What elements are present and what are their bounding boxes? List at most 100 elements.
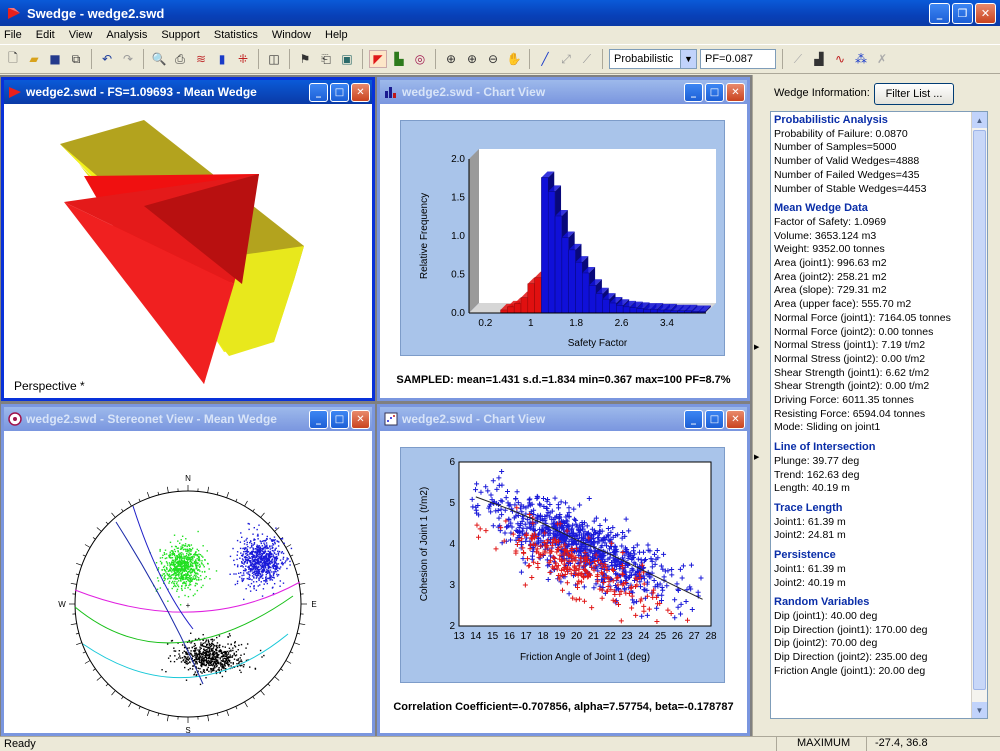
- menu-analysis[interactable]: Analysis: [106, 29, 147, 41]
- maximize-icon[interactable]: □: [330, 83, 349, 102]
- measure-tool-icon[interactable]: ⟋: [578, 50, 596, 68]
- wedge-tool-icon[interactable]: ⚑: [296, 50, 314, 68]
- wedge-3d-titlebar[interactable]: wedge2.swd - FS=1.09693 - Mean Wedge _□✕: [4, 80, 372, 104]
- chevron-right-icon[interactable]: ▶: [754, 453, 759, 461]
- pole-point: [188, 574, 189, 575]
- contour-icon[interactable]: ≋: [192, 50, 210, 68]
- pole-point: [165, 558, 166, 559]
- minimize-icon[interactable]: _: [684, 83, 703, 102]
- scroll-up-icon[interactable]: ▲: [972, 112, 987, 128]
- pole-point: [175, 551, 176, 552]
- new-file-icon[interactable]: 🗋: [4, 50, 22, 68]
- arrow-tool-icon[interactable]: ⤢: [557, 50, 575, 68]
- menu-file[interactable]: File: [4, 29, 22, 41]
- pole-point: [201, 664, 202, 665]
- minimize-icon[interactable]: _: [684, 410, 703, 429]
- pole-point: [242, 558, 243, 559]
- scatter-icon[interactable]: ⁜: [234, 50, 252, 68]
- pole-point: [269, 538, 270, 539]
- maximize-icon[interactable]: □: [705, 83, 724, 102]
- x-tick-label: 14: [470, 631, 482, 642]
- tile-windows-icon[interactable]: ◫: [265, 50, 283, 68]
- scatter-window[interactable]: wedge2.swd - Chart View _□✕ 131415161718…: [377, 404, 750, 736]
- panel-splitter[interactable]: ▶ ▶: [752, 75, 762, 736]
- menu-help[interactable]: Help: [325, 29, 348, 41]
- zoom-out-icon[interactable]: ⊖: [484, 50, 502, 68]
- open-folder-icon[interactable]: ▰: [25, 50, 43, 68]
- stereonet-titlebar[interactable]: wedge2.swd - Stereonet View - Mean Wedge…: [4, 407, 372, 431]
- pole-point: [254, 557, 255, 558]
- pole-point: [216, 637, 217, 638]
- zoom-in-icon[interactable]: ⊕: [463, 50, 481, 68]
- close-icon[interactable]: ✕: [726, 83, 745, 102]
- pole-point: [199, 560, 200, 561]
- maximize-icon[interactable]: □: [705, 410, 724, 429]
- pole-point: [216, 648, 217, 649]
- maximize-icon[interactable]: □: [330, 410, 349, 429]
- scroll-down-icon[interactable]: ▼: [972, 702, 987, 718]
- wedge-3d-window[interactable]: wedge2.swd - FS=1.09693 - Mean Wedge _□✕…: [1, 77, 375, 401]
- zoom-all-icon[interactable]: ⊕: [442, 50, 460, 68]
- menu-view[interactable]: View: [69, 29, 93, 41]
- pole-point: [188, 559, 189, 560]
- save-as-icon[interactable]: ⧉: [67, 50, 85, 68]
- export-icon[interactable]: ⎗: [317, 50, 335, 68]
- pole-point: [247, 551, 248, 552]
- stereonet-canvas[interactable]: NSWE+: [4, 431, 372, 733]
- restore-button[interactable]: ❐: [952, 3, 973, 24]
- chart-scatter-icon[interactable]: ⁂: [852, 50, 870, 68]
- close-icon[interactable]: ✕: [351, 83, 370, 102]
- stereonet-icon[interactable]: ◎: [411, 50, 429, 68]
- mdi-area: wedge2.swd - FS=1.09693 - Mean Wedge _□✕…: [0, 75, 760, 736]
- info-scrollbar[interactable]: ▲ ▼: [971, 112, 987, 718]
- menu-window[interactable]: Window: [272, 29, 311, 41]
- chart-view-icon[interactable]: ▙: [390, 50, 408, 68]
- redo-icon[interactable]: ↷: [119, 50, 137, 68]
- pole-point: [271, 540, 272, 541]
- chart-remove-icon[interactable]: ✗: [873, 50, 891, 68]
- pole-point: [202, 571, 203, 572]
- wedge-3d-canvas[interactable]: Perspective *: [4, 104, 372, 398]
- pole-point: [175, 650, 176, 651]
- pole-point: [236, 659, 237, 660]
- pole-point: [228, 657, 229, 658]
- chart-bars-icon[interactable]: ▟: [810, 50, 828, 68]
- pole-point: [210, 668, 211, 669]
- menu-edit[interactable]: Edit: [36, 29, 55, 41]
- chart-line-icon[interactable]: ⟋: [789, 50, 807, 68]
- minimize-icon[interactable]: _: [309, 410, 328, 429]
- print-icon[interactable]: ⎙: [171, 50, 189, 68]
- pole-point: [224, 658, 225, 659]
- pan-icon[interactable]: ✋: [505, 50, 523, 68]
- pole-point: [225, 668, 226, 669]
- close-icon[interactable]: ✕: [726, 410, 745, 429]
- chart-curve-icon[interactable]: ∿: [831, 50, 849, 68]
- pole-point: [196, 647, 197, 648]
- filter-list-button[interactable]: Filter List ...: [874, 83, 954, 105]
- histogram-icon[interactable]: ▮: [213, 50, 231, 68]
- histogram-titlebar[interactable]: wedge2.swd - Chart View _□✕: [380, 80, 747, 104]
- histogram-window[interactable]: wedge2.swd - Chart View _□✕ 0.00.51.01.5…: [377, 77, 750, 401]
- minimize-icon[interactable]: _: [309, 83, 328, 102]
- undo-icon[interactable]: ↶: [98, 50, 116, 68]
- pf-field[interactable]: PF=0.087: [700, 49, 776, 69]
- info-line: Driving Force: 6011.35 tonnes: [774, 394, 974, 408]
- scatter-titlebar[interactable]: wedge2.swd - Chart View _□✕: [380, 407, 747, 431]
- minimize-button[interactable]: _: [929, 3, 950, 24]
- camera-icon[interactable]: ▣: [338, 50, 356, 68]
- wedge-view-icon[interactable]: ◤: [369, 50, 387, 68]
- menu-statistics[interactable]: Statistics: [214, 29, 258, 41]
- chevron-right-icon[interactable]: ▶: [754, 343, 759, 351]
- line-tool-icon[interactable]: ╱: [536, 50, 554, 68]
- menu-support[interactable]: Support: [161, 29, 200, 41]
- pole-point: [176, 581, 177, 582]
- stereonet-window[interactable]: wedge2.swd - Stereonet View - Mean Wedge…: [1, 404, 375, 736]
- analysis-mode-select[interactable]: Probabilistic▼: [609, 49, 697, 69]
- pole-point: [267, 573, 268, 574]
- close-icon[interactable]: ✕: [351, 410, 370, 429]
- close-button[interactable]: ✕: [975, 3, 996, 24]
- print-preview-icon[interactable]: 🔍: [150, 50, 168, 68]
- save-icon[interactable]: ■: [46, 50, 64, 68]
- wedge-info-list[interactable]: Probabilistic AnalysisProbability of Fai…: [770, 111, 988, 719]
- scroll-thumb[interactable]: [973, 130, 986, 690]
